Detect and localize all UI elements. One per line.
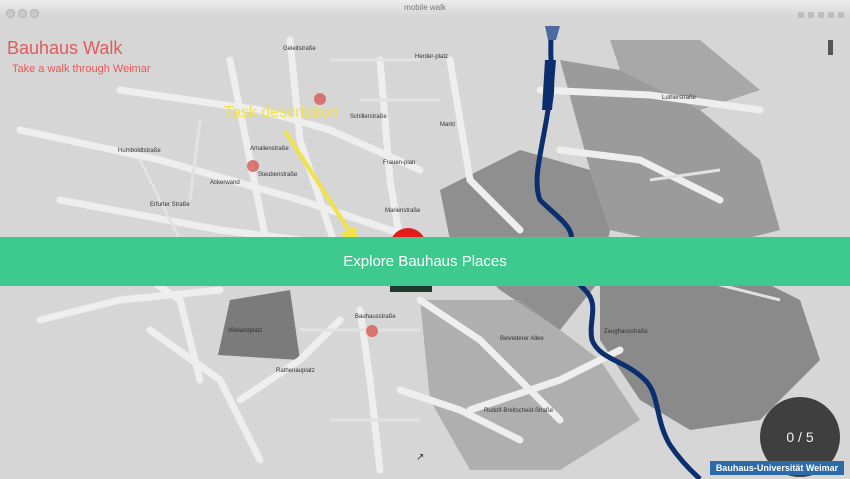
window-titlebar: mobile walk: [0, 0, 850, 19]
university-logo: Bauhaus-Universität Weimar: [710, 461, 844, 475]
place-marker[interactable]: [366, 325, 378, 337]
place-marker[interactable]: [247, 160, 259, 172]
logo-text: Bauhaus-Universität Weimar: [715, 463, 839, 473]
task-banner-text: Explore Bauhaus Places: [343, 253, 507, 270]
street-label: Markt: [440, 122, 455, 128]
street-label: Ackerwand: [210, 180, 240, 186]
mouse-cursor-icon: ↗: [416, 452, 425, 463]
progress-text: 0 / 5: [786, 429, 814, 445]
street-label: Steubenstraße: [258, 172, 298, 178]
street-label: Geleitstraße: [283, 46, 316, 52]
street-label: Schillerstraße: [350, 114, 387, 120]
street-label: Rathenauplatz: [276, 368, 315, 374]
app-subtitle: Take a walk through Weimar: [12, 63, 151, 75]
street-label: Zeughausstraße: [604, 329, 648, 335]
app-title: Bauhaus Walk: [7, 38, 123, 58]
street-label: Bauhausstraße: [355, 314, 396, 320]
task-banner[interactable]: Explore Bauhaus Places: [0, 237, 850, 286]
street-label: Amalienstraße: [250, 146, 289, 152]
task-description-annotation: Task description: [224, 104, 339, 121]
street-label: Herder-platz: [415, 54, 448, 60]
street-label: Rudolf-Breitscheid-Straße: [484, 408, 554, 414]
street-label: Humboldtstraße: [118, 148, 161, 154]
street-label: Belvederer Allee: [500, 336, 544, 342]
street-label: Frauen-plan: [383, 160, 415, 166]
street-label: Wielandplatz: [228, 328, 262, 334]
street-label: Lutherstraße: [662, 95, 697, 101]
street-label: Marienstraße: [385, 208, 421, 214]
street-label: Erfurter Straße: [150, 202, 190, 208]
window-title: mobile walk: [404, 3, 446, 12]
